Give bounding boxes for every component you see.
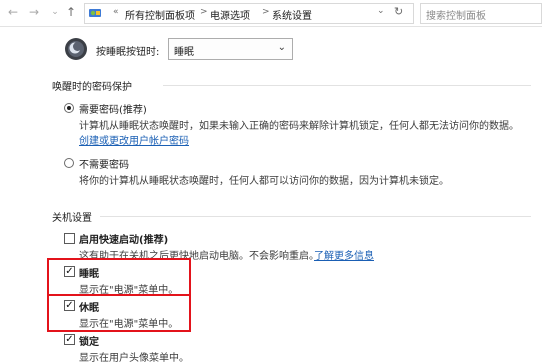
hibernate-desc: 显示在"电源"菜单中。 (79, 319, 179, 330)
hibernate-checkbox[interactable]: ✓ (64, 300, 75, 311)
control-panel-icon (88, 6, 102, 20)
fast-startup-label[interactable]: 启用快速启动(推荐) (79, 231, 168, 246)
change-password-link[interactable]: 创建或更改用户帐户密码 (79, 132, 189, 147)
no-password-desc: 将你的计算机从睡眠状态唤醒时，任何人都可以访问你的数据，因为计算机未锁定。 (79, 176, 449, 187)
lock-checkbox[interactable]: ✓ (64, 334, 75, 345)
sleep-label[interactable]: 睡眠 (79, 265, 99, 280)
chevron-down-icon: ⌄ (277, 42, 286, 53)
up-arrow-icon[interactable]: ↑ (64, 5, 78, 19)
no-password-label[interactable]: 不需要密码 (79, 156, 129, 171)
no-password-radio[interactable] (64, 158, 74, 168)
hibernate-label[interactable]: 休眠 (79, 299, 99, 314)
breadcrumb-separator: > (200, 7, 208, 17)
require-password-label[interactable]: 需要密码(推荐) (79, 101, 147, 116)
section-divider (100, 216, 531, 217)
require-password-desc: 计算机从睡眠状态唤醒时，如果未输入正确的密码来解除计算机锁定，任何人都无法访问你… (79, 121, 519, 132)
password-section-title: 唤醒时的密码保护 (52, 82, 132, 93)
require-password-radio[interactable] (64, 103, 74, 113)
fast-startup-checkbox[interactable] (64, 233, 75, 244)
section-divider (163, 85, 531, 86)
sleep-checkbox[interactable]: ✓ (64, 266, 75, 277)
shutdown-section-title: 关机设置 (52, 213, 92, 224)
search-input[interactable]: 搜索控制面板 (426, 7, 486, 22)
breadcrumb-item-power[interactable]: 电源选项 (210, 7, 250, 22)
learn-more-link[interactable]: 了解更多信息 (314, 247, 374, 262)
recent-dropdown-icon[interactable]: ⌄ (48, 5, 62, 19)
sleep-button-label: 按睡眠按钮时: (96, 47, 160, 58)
forward-arrow-icon[interactable]: → (27, 5, 41, 19)
refresh-icon[interactable]: ↻ (394, 5, 403, 18)
back-arrow-icon[interactable]: ← (6, 5, 20, 19)
search-box[interactable]: 搜索控制面板 (420, 3, 542, 24)
breadcrumb-item-all-items[interactable]: 所有控制面板项 (125, 7, 195, 22)
lock-desc: 显示在用户头像菜单中。 (79, 353, 189, 364)
sleep-button-value: 睡眠 (174, 47, 194, 58)
address-dropdown-icon[interactable]: ⌄ (377, 6, 385, 16)
address-field[interactable]: « 所有控制面板项 > 电源选项 > 系统设置 ⌄ ↻ (84, 3, 414, 24)
sleep-button-icon (64, 37, 88, 61)
lock-label[interactable]: 锁定 (79, 333, 99, 348)
breadcrumb-overflow[interactable]: « (113, 7, 119, 17)
sleep-button-select[interactable]: 睡眠 ⌄ (168, 38, 293, 60)
address-toolbar: ← → ⌄ ↑ « 所有控制面板项 > 电源选项 > 系统设置 ⌄ ↻ 搜索控制… (0, 0, 542, 27)
breadcrumb-item-system-settings[interactable]: 系统设置 (272, 7, 312, 22)
breadcrumb-separator: > (262, 7, 270, 17)
